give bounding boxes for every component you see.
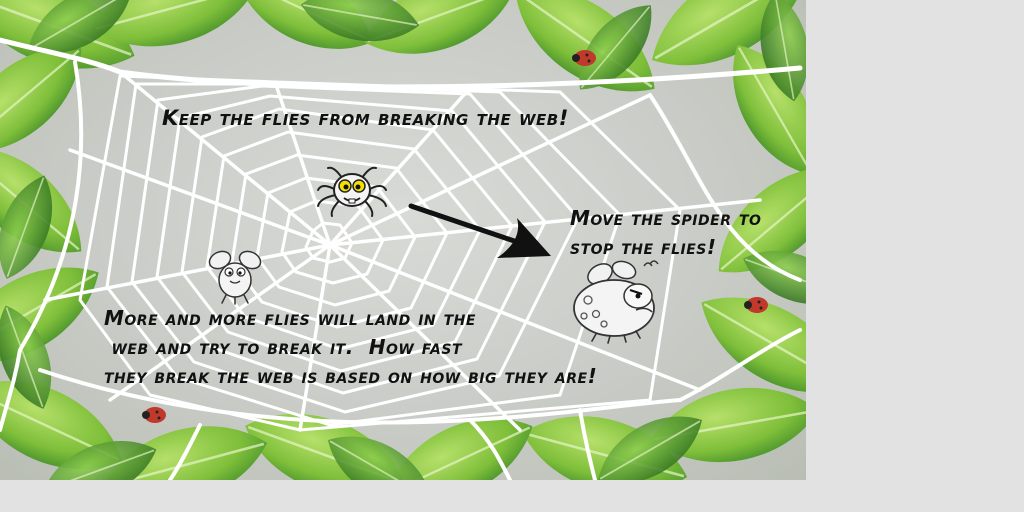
ladybug (142, 407, 166, 423)
instruction-top: Keep the flies from breaking the web! (162, 106, 569, 130)
big-fly-character[interactable] (566, 258, 666, 344)
instruction-move-spider: Move the spider to stop the flies! (570, 206, 762, 259)
instruction-flies: More and more flies will land in the web… (104, 306, 598, 388)
game-stage[interactable]: Keep the flies from breaking the web! Mo… (0, 0, 806, 480)
arrow-icon (408, 203, 551, 258)
spider-character[interactable] (312, 160, 392, 220)
small-fly-character[interactable] (204, 246, 266, 306)
